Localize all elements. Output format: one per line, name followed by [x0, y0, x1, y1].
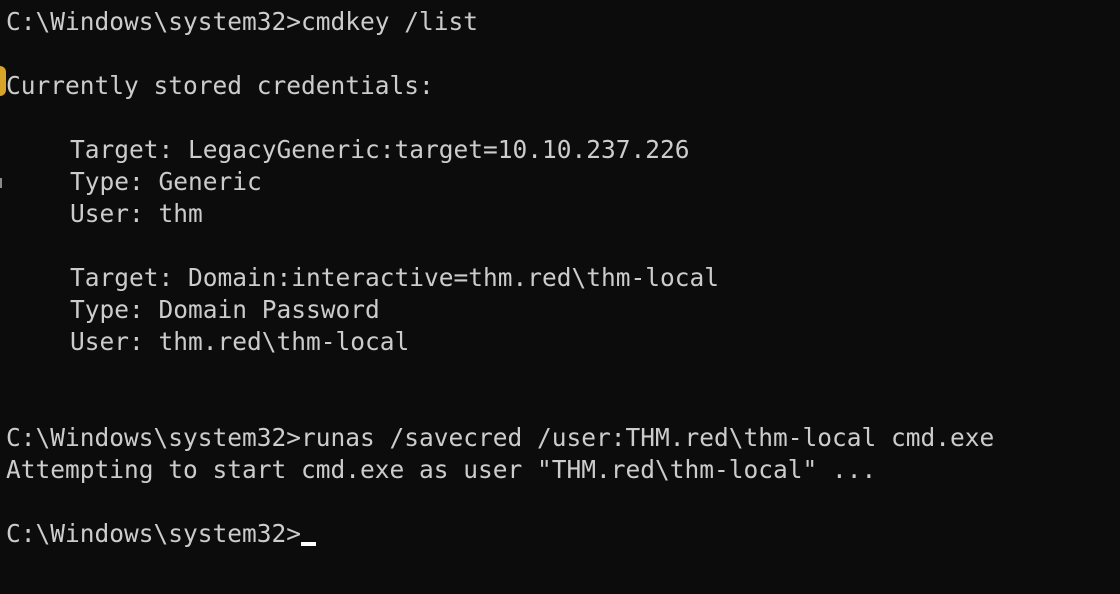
credential-2-type: Type: Domain Password	[70, 295, 380, 324]
prompt-command-cmdkey: C:\Windows\system32>cmdkey /list	[6, 7, 479, 36]
prompt-text: C:\Windows\system32>	[6, 519, 302, 548]
credential-1-user: User: thm	[70, 199, 203, 228]
window-edge-indicator	[0, 66, 6, 96]
credential-2-target: Target: Domain:interactive=thm.red\thm-l…	[70, 263, 720, 292]
credential-1-target: Target: LegacyGeneric:target=10.10.237.2…	[70, 135, 690, 164]
current-prompt[interactable]: C:\Windows\system32>	[6, 518, 1120, 550]
output-heading: Currently stored credentials:	[6, 71, 434, 100]
text-cursor	[301, 542, 317, 546]
credential-2-user: User: thm.red\thm-local	[70, 327, 410, 356]
credential-1-type: Type: Generic	[70, 167, 262, 196]
prompt-command-runas: C:\Windows\system32>runas /savecred /use…	[6, 423, 995, 452]
terminal-window[interactable]: C:\Windows\system32>cmdkey /list Current…	[0, 0, 1120, 594]
runas-output: Attempting to start cmd.exe as user "THM…	[6, 455, 877, 484]
window-edge-tick	[0, 178, 2, 188]
